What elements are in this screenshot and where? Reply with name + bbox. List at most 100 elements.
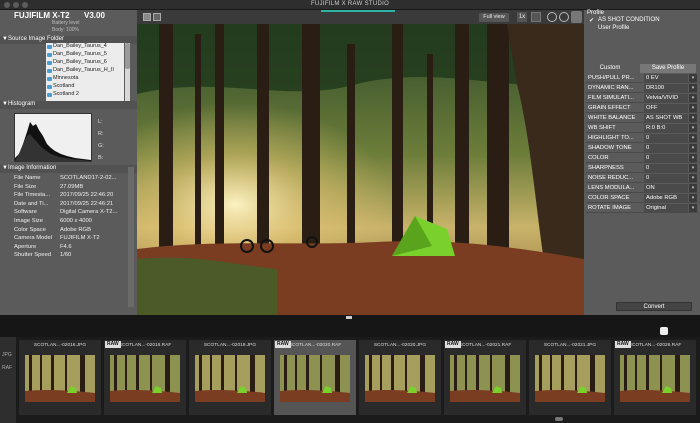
thumbnail-image xyxy=(280,355,350,402)
info-key: File Size xyxy=(14,183,37,190)
zoom-in-icon[interactable] xyxy=(547,12,557,22)
chevron-down-icon[interactable]: ▾ xyxy=(689,134,697,142)
histogram-header[interactable]: ▼Histogram xyxy=(0,101,137,109)
chevron-down-icon[interactable]: ▾ xyxy=(689,184,697,192)
thumbnail[interactable]: SCOTLAN...-02019.JPG xyxy=(189,340,271,415)
param-value-select[interactable]: Adobe RGB xyxy=(644,194,688,202)
chevron-down-icon[interactable]: ▾ xyxy=(689,174,697,182)
info-row: Date and Ti... 2017/09/25 22:46:21 xyxy=(14,201,124,210)
param-value-select[interactable]: 0 xyxy=(644,174,688,182)
profile-as-shot[interactable]: ✔ AS SHOT CONDITION xyxy=(588,17,696,25)
viewer-toolbar: Full view 1x xyxy=(137,10,584,24)
param-name: HIGHLIGHT TO... xyxy=(588,135,634,141)
title-bar: FUJIFILM X RAW STUDIO xyxy=(0,0,700,10)
folder-list[interactable]: Dan_Bailey_Taurus_4 Dan_Bailey_Taurus_5 Da… xyxy=(46,43,124,101)
info-value: FUJIFILM X-T2 xyxy=(60,235,100,242)
hand-tool-icon[interactable] xyxy=(571,11,582,23)
folder-item[interactable]: Scotland 2 xyxy=(46,91,124,99)
left-panel-scrollbar[interactable] xyxy=(128,167,134,307)
param-value-select[interactable]: 0 xyxy=(644,134,688,142)
thumbnail[interactable]: SCOTLAN...-02016.JPG xyxy=(19,340,101,415)
zoom-out-icon[interactable] xyxy=(559,12,569,22)
param-name: FILM SIMULATI... xyxy=(588,95,634,101)
profile-user[interactable]: User Profile xyxy=(588,25,696,33)
thumbnail[interactable]: SCOTLAN...-02021.JPG xyxy=(529,340,611,415)
info-value: 2017/09/25 22:46:21 xyxy=(60,200,114,207)
filter-raf[interactable]: RAF xyxy=(2,365,12,371)
param-value-select[interactable]: R:0 B:0 xyxy=(644,124,688,132)
convert-button[interactable]: Convert xyxy=(616,302,692,311)
param-row: WHITE BALANCE AS SHOT WB ▾ xyxy=(586,113,698,123)
collapse-arrow-icon[interactable] xyxy=(346,316,352,319)
single-view-icon[interactable] xyxy=(143,13,151,21)
crop-icon[interactable] xyxy=(531,12,541,22)
save-profile-button[interactable]: Save Profile xyxy=(640,64,696,73)
profile-header: Profile xyxy=(587,10,605,16)
thumbnail[interactable]: RAW SCOTLAN...-02020.RAF xyxy=(274,340,356,415)
param-value-select[interactable]: 0 xyxy=(644,164,688,172)
folder-scrollbar[interactable] xyxy=(125,43,130,101)
thumbnail-filename: SCOTLAN...-02016.RAF xyxy=(118,343,172,348)
image-info-header[interactable]: ▼Image Information xyxy=(0,165,137,173)
folder-scroll-thumb[interactable] xyxy=(125,43,130,69)
param-value-select[interactable]: AS SHOT WB xyxy=(644,114,688,122)
progress-indicator xyxy=(321,10,395,12)
compare-view-icon[interactable] xyxy=(153,13,161,21)
param-row: GRAIN EFFECT OFF ▾ xyxy=(586,103,698,113)
param-value-select[interactable]: DR100 xyxy=(644,84,688,92)
parameter-table: PUSH/PULL PR... 0 EV ▾ DYNAMIC RAN... DR100 ▾… xyxy=(586,73,698,213)
param-value-select[interactable]: 0 EV xyxy=(644,74,688,82)
filter-jpg[interactable]: JPG xyxy=(2,352,12,358)
histogram xyxy=(14,113,92,162)
param-value-select[interactable]: ON xyxy=(644,184,688,192)
chevron-down-icon[interactable]: ▾ xyxy=(689,114,697,122)
info-key: File Timesta... xyxy=(14,192,51,199)
thumbnail-image xyxy=(195,355,265,402)
folder-name: Scotland 2 xyxy=(53,91,79,97)
folder-item[interactable]: Dan_Bailey_Taurus_4 xyxy=(46,43,124,51)
param-value-select[interactable]: 0 xyxy=(644,154,688,162)
folder-name: Dan_Bailey_Taurus_5 xyxy=(53,51,107,57)
fit-button[interactable]: 1x xyxy=(517,12,527,22)
info-key: File Name xyxy=(14,175,41,181)
thumbnail-image xyxy=(25,355,95,402)
thumbnail-filename: SCOTLAN...-02021.JPG xyxy=(543,343,597,348)
image-viewer[interactable] xyxy=(137,24,584,315)
chevron-down-icon[interactable]: ▾ xyxy=(689,84,697,92)
chevron-down-icon[interactable]: ▾ xyxy=(689,124,697,132)
chevron-down-icon[interactable]: ▾ xyxy=(689,204,697,212)
folder-icon xyxy=(47,85,52,89)
chevron-down-icon[interactable]: ▾ xyxy=(689,74,697,82)
chevron-down-icon[interactable]: ▾ xyxy=(689,104,697,112)
filmstrip-scroll-thumb[interactable] xyxy=(555,417,563,421)
profile-list[interactable]: ✔ AS SHOT CONDITION User Profile xyxy=(588,17,696,37)
chevron-down-icon[interactable]: ▾ xyxy=(689,154,697,162)
folder-item[interactable]: Dan_Bailey_Taurus_5 xyxy=(46,51,124,59)
param-value-select[interactable]: Original xyxy=(644,204,688,212)
folder-item[interactable]: Scotland xyxy=(46,83,124,91)
folder-item[interactable]: Dan_Bailey_Taurus_6 xyxy=(46,59,124,67)
chevron-down-icon[interactable]: ▾ xyxy=(689,94,697,102)
thumbnail[interactable]: SCOTLAN...-02020.JPG xyxy=(359,340,441,415)
folder-name: Dan_Bailey_Taurus_H_II xyxy=(53,67,114,73)
view-mode-select[interactable]: Full view xyxy=(479,13,509,22)
folder-item[interactable]: Dan_Bailey_Taurus_H_II xyxy=(46,67,124,75)
right-panel: Profile ✔ AS SHOT CONDITION User Profile… xyxy=(584,10,700,315)
chevron-down-icon[interactable]: ▾ xyxy=(689,144,697,152)
info-value: Digital Camera X-T2... xyxy=(60,209,118,216)
thumbnail-filename: SCOTLAN...-02019.JPG xyxy=(203,343,257,348)
thumbnail[interactable]: RAW SCOTLAN...-02026.RAF xyxy=(614,340,696,415)
info-key: Color Space xyxy=(14,226,46,233)
param-value-select[interactable]: 0 xyxy=(644,144,688,152)
folder-item[interactable]: Minnesota xyxy=(46,75,124,83)
thumbnail[interactable]: RAW SCOTLAN...-02016.RAF xyxy=(104,340,186,415)
chevron-down-icon[interactable]: ▾ xyxy=(689,194,697,202)
folder-name: Minnesota xyxy=(53,75,79,81)
param-value-select[interactable]: OFF xyxy=(644,104,688,112)
thumbnail[interactable]: RAW SCOTLAN...-02021.RAF xyxy=(444,340,526,415)
param-value-select[interactable]: Velvia/VIVID xyxy=(644,94,688,102)
param-row: FILM SIMULATI... Velvia/VIVID ▾ xyxy=(586,93,698,103)
chevron-down-icon[interactable]: ▾ xyxy=(689,164,697,172)
param-row: SHADOW TONE 0 ▾ xyxy=(586,143,698,153)
custom-button[interactable]: Custom xyxy=(594,64,626,73)
